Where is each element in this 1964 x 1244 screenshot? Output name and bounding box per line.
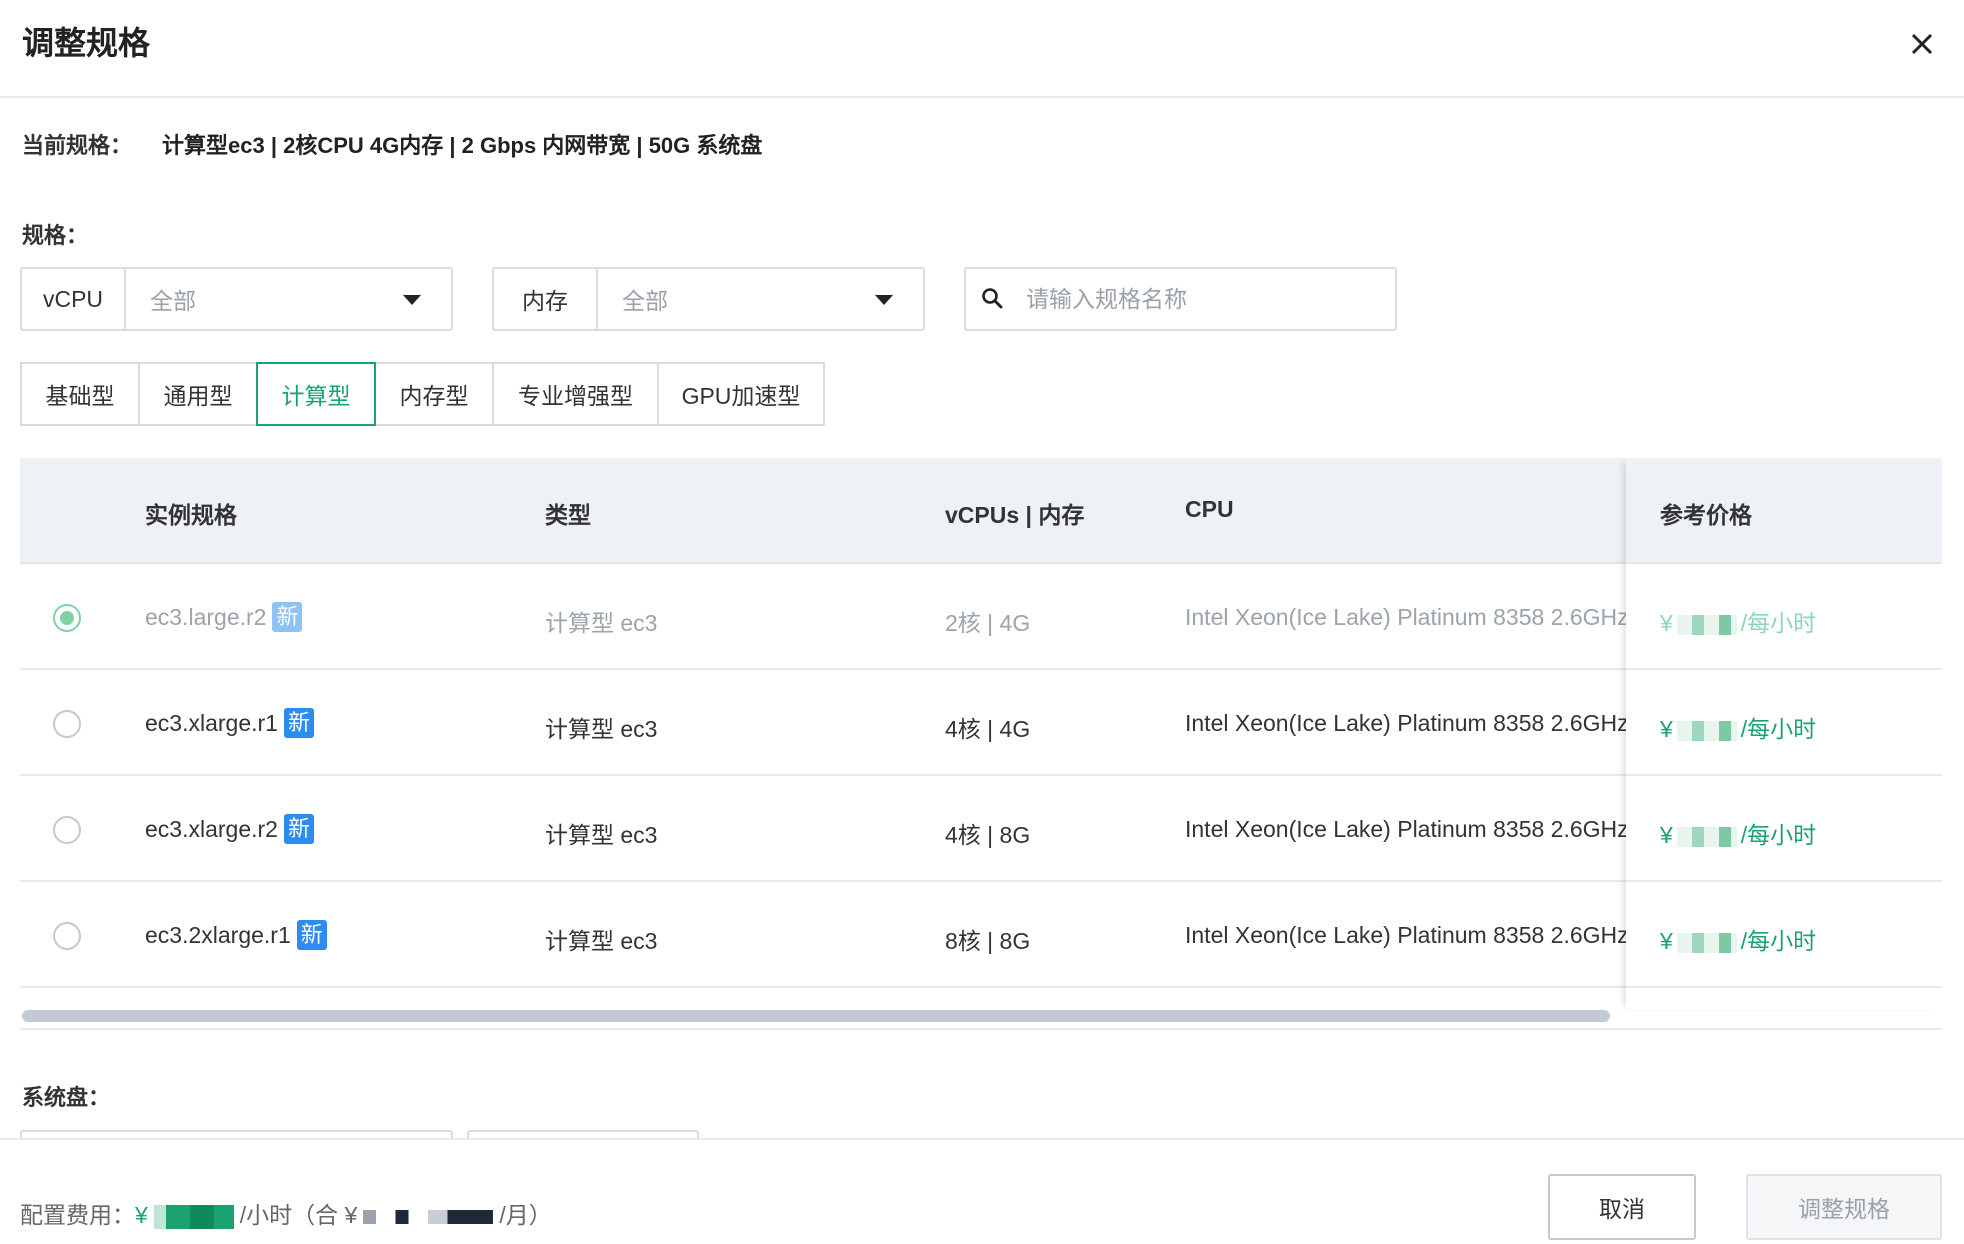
tab-general[interactable]: 通用型 [138,362,258,426]
cell-vcpu-mem: 8核 | 8G [945,928,1031,954]
price-cell: ¥ /每小时 [1626,670,1942,776]
cell-spec: ec3.2xlarge.r1 新 [145,920,327,952]
vcpu-select[interactable]: 全部 [126,269,451,329]
new-badge: 新 [296,920,327,950]
price-prefix: ¥ [1660,822,1673,848]
system-disk-options[interactable] [467,1130,699,1138]
price-unit: /每小时 [1740,610,1817,636]
masked-hourly-fee [153,1204,234,1229]
spec-label: 规格： [22,223,89,248]
vcpu-select-value: 全部 [150,288,196,314]
tab-gpu[interactable]: GPU加速型 [657,362,825,426]
header-cpu: CPU [1185,496,1234,522]
vcpu-filter-label: vCPU [22,269,126,329]
memory-select[interactable]: 全部 [598,269,923,329]
masked-amount [1676,720,1737,741]
tab-compute[interactable]: 计算型 [256,362,376,426]
cell-vcpu-mem: 4核 | 8G [945,822,1031,848]
dialog-header: 调整规格 [0,0,1964,98]
header-spec: 实例规格 [145,502,237,528]
system-disk-label: 系统盘： [22,1085,111,1110]
spec-name: ec3.xlarge.r2 [145,816,278,843]
spec-name: ec3.large.r2 [145,604,267,631]
cell-cpu: Intel Xeon(Ice Lake) Platinum 8358 2.6GH… [1185,604,1629,630]
cell-cpu: Intel Xeon(Ice Lake) Platinum 8358 2.6GH… [1185,710,1629,736]
caret-down-icon [403,295,421,305]
new-badge: 新 [272,602,303,632]
search-icon [982,288,1003,309]
price-value: ¥ /每小时 [1660,922,1816,956]
spec-name: ec3.2xlarge.r1 [145,922,291,949]
cell-cpu: Intel Xeon(Ice Lake) Platinum 8358 2.6GH… [1185,922,1629,948]
cell-spec: ec3.xlarge.r1 新 [145,708,314,740]
price-column: 参考价格 ¥ /每小时 ¥ /每小时 ¥ /每小时 ¥ /每小时 [1626,458,1942,1010]
fee-prefix: ¥ [135,1202,148,1228]
price-value: ¥ /每小时 [1660,816,1816,850]
close-icon [1911,33,1933,55]
tab-basic[interactable]: 基础型 [20,362,140,426]
cell-vcpu-mem: 4核 | 4G [945,716,1031,742]
cancel-button[interactable]: 取消 [1548,1174,1696,1240]
price-value: ¥ /每小时 [1660,604,1816,638]
masked-amount [1676,826,1737,847]
header-price-cell: 参考价格 [1626,458,1942,564]
dialog-title: 调整规格 [22,25,151,61]
search-input[interactable] [1026,285,1366,313]
memory-filter: 内存 全部 [492,267,925,331]
price-prefix: ¥ [1660,716,1673,742]
cell-type: 计算型 ec3 [545,822,658,848]
fee-label: 配置费用： [20,1202,135,1228]
radio-icon[interactable] [53,604,81,632]
header-vcpu-mem: vCPUs | 内存 [945,502,1085,528]
price-cell: ¥ /每小时 [1626,776,1942,882]
masked-monthly-fee [363,1209,494,1224]
masked-amount [1676,614,1737,635]
price-prefix: ¥ [1660,928,1673,954]
price-prefix: ¥ [1660,610,1673,636]
spec-table: 实例规格 类型 vCPUs | 内存 CPU ec3.large.r2 新 计算型… [20,458,1942,1030]
memory-filter-label: 内存 [494,269,598,329]
header-price: 参考价格 [1660,502,1752,528]
price-cell: ¥ /每小时 [1626,564,1942,670]
price-unit: /每小时 [1740,822,1817,848]
vcpu-filter: vCPU 全部 [20,267,453,331]
masked-amount [1676,932,1737,953]
cell-type: 计算型 ec3 [545,928,658,954]
price-unit: /每小时 [1740,928,1817,954]
cell-spec: ec3.large.r2 新 [145,602,303,634]
new-badge: 新 [283,708,314,738]
horizontal-scrollbar[interactable] [22,1010,1610,1022]
price-value: ¥ /每小时 [1660,710,1816,744]
spec-name: ec3.xlarge.r1 [145,710,278,737]
cell-type: 计算型 ec3 [545,610,658,636]
price-cell: ¥ /每小时 [1626,882,1942,988]
tab-memory[interactable]: 内存型 [374,362,494,426]
price-unit: /每小时 [1740,716,1817,742]
caret-down-icon [875,295,893,305]
tab-enhanced[interactable]: 专业增强型 [492,362,659,426]
fee-month-unit: /月） [499,1202,552,1228]
current-spec-value: 计算型ec3 | 2核CPU 4G内存 | 2 Gbps 内网带宽 | 50G … [162,133,763,158]
confirm-resize-button[interactable]: 调整规格 [1746,1174,1942,1240]
current-spec: 当前规格： 计算型ec3 | 2核CPU 4G内存 | 2 Gbps 内网带宽 |… [22,128,762,160]
radio-icon[interactable] [53,816,81,844]
cell-vcpu-mem: 2核 | 4G [945,610,1031,636]
instance-family-tabs: 基础型 通用型 计算型 内存型 专业增强型 GPU加速型 [20,362,825,426]
radio-icon[interactable] [53,710,81,738]
spec-search [964,267,1397,331]
header-type: 类型 [545,502,591,528]
cell-type: 计算型 ec3 [545,716,658,742]
cell-spec: ec3.xlarge.r2 新 [145,814,314,846]
fee-hour-unit: /小时（合 ¥ [239,1202,358,1228]
dialog-footer: 配置费用：¥ /小时（合 ¥ /月） 取消 调整规格 [0,1138,1964,1244]
new-badge: 新 [283,814,314,844]
close-button[interactable] [1900,22,1944,66]
config-fee: 配置费用：¥ /小时（合 ¥ /月） [20,1196,552,1230]
system-disk-select[interactable] [20,1130,453,1138]
current-spec-label: 当前规格： [22,133,133,158]
radio-icon[interactable] [53,922,81,950]
memory-select-value: 全部 [622,288,668,314]
cell-cpu: Intel Xeon(Ice Lake) Platinum 8358 2.6GH… [1185,816,1629,842]
